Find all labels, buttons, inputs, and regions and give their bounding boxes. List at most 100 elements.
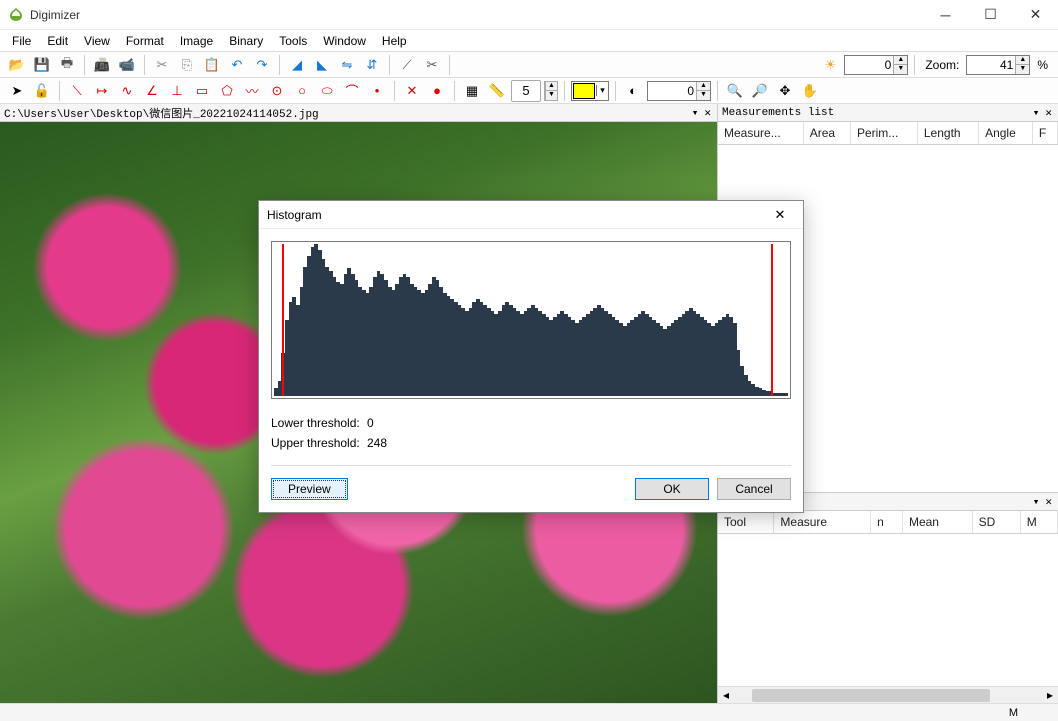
spin-down[interactable]: ▼ (696, 91, 710, 100)
cancel-button[interactable]: Cancel (717, 478, 791, 500)
menu-tools[interactable]: Tools (271, 32, 315, 50)
close-button[interactable]: ✕ (1013, 0, 1058, 30)
col-sd[interactable]: SD (972, 511, 1020, 534)
col-measure[interactable]: Measure... (718, 122, 803, 145)
col-m[interactable]: M (1020, 511, 1057, 534)
number-field[interactable]: 5 (511, 80, 541, 102)
col-angle[interactable]: Angle (979, 122, 1033, 145)
calibrate-tool[interactable]: 📏 (486, 80, 508, 102)
hand-button[interactable]: ✋ (799, 80, 821, 102)
contrast-field[interactable] (648, 84, 696, 98)
free-tool[interactable]: 〰 (241, 80, 263, 102)
menu-window[interactable]: Window (315, 32, 374, 50)
polygon-tool[interactable]: ⬠ (216, 80, 238, 102)
rotate-left-button[interactable]: ◢ (286, 54, 308, 76)
crop-button[interactable]: ✂ (421, 54, 443, 76)
color-swatch (573, 83, 595, 99)
copy-button[interactable]: ⎘ (176, 54, 198, 76)
flip-h-button[interactable]: ⇋ (336, 54, 358, 76)
spin-up[interactable]: ▲ (545, 82, 557, 91)
col-mean[interactable]: Mean (902, 511, 972, 534)
circle-tool[interactable]: ○ (291, 80, 313, 102)
scrollbar-thumb[interactable] (752, 689, 990, 702)
segment-tool[interactable]: ↦ (91, 80, 113, 102)
paste-button[interactable]: 📋 (201, 54, 223, 76)
col-n[interactable]: n (871, 511, 903, 534)
lower-threshold-line[interactable] (282, 244, 284, 396)
undo-button[interactable]: ↶ (226, 54, 248, 76)
ellipse-tool[interactable]: ⬭ (316, 80, 338, 102)
dialog-close-button[interactable]: ✕ (765, 204, 795, 226)
barcode-tool[interactable]: ▦ (461, 80, 483, 102)
close-panel-icon[interactable]: ✕ (702, 106, 713, 120)
zoom-field[interactable] (967, 58, 1015, 72)
open-button[interactable]: 📂 (6, 54, 28, 76)
close-panel-icon[interactable]: ✕ (1043, 106, 1054, 120)
path-tool[interactable]: ∿ (116, 80, 138, 102)
save-button[interactable]: 💾 (31, 54, 53, 76)
close-panel-icon[interactable]: ✕ (1043, 495, 1054, 509)
cut-button[interactable]: ✂ (151, 54, 173, 76)
separator (564, 81, 565, 101)
redo-button[interactable]: ↷ (251, 54, 273, 76)
col-f[interactable]: F (1032, 122, 1057, 145)
dropdown-icon[interactable]: ▾ (1031, 106, 1042, 120)
menu-image[interactable]: Image (172, 32, 221, 50)
col-measure[interactable]: Measure (774, 511, 871, 534)
brightness-field[interactable] (845, 58, 893, 72)
camera-button[interactable]: 📹 (116, 54, 138, 76)
color-picker[interactable]: ▾ (571, 81, 609, 101)
col-area[interactable]: Area (803, 122, 850, 145)
minimize-button[interactable]: ─ (923, 0, 968, 30)
dropdown-icon[interactable]: ▾ (1031, 495, 1042, 509)
upper-threshold-line[interactable] (771, 244, 773, 396)
menu-file[interactable]: File (4, 32, 39, 50)
rect-tool[interactable]: ▭ (191, 80, 213, 102)
marker-x-tool[interactable]: ✕ (401, 80, 423, 102)
separator (449, 55, 450, 75)
menu-format[interactable]: Format (118, 32, 172, 50)
col-length[interactable]: Length (917, 122, 978, 145)
arc-tool[interactable]: ⌒ (341, 80, 363, 102)
dropdown-icon[interactable]: ▾ (690, 106, 701, 120)
menu-binary[interactable]: Binary (221, 32, 271, 50)
menu-help[interactable]: Help (374, 32, 415, 50)
preview-button[interactable]: Preview (271, 478, 348, 500)
menu-view[interactable]: View (76, 32, 118, 50)
histogram-chart[interactable] (271, 241, 791, 399)
spin-down[interactable]: ▼ (545, 91, 557, 100)
zoom-out-button[interactable]: 🔎 (749, 80, 771, 102)
spin-up[interactable]: ▲ (696, 82, 710, 91)
lock-tool[interactable]: 🔓 (31, 80, 53, 102)
scanner-button[interactable]: 📠 (91, 54, 113, 76)
contrast-input[interactable]: ▲▼ (647, 81, 711, 101)
menu-edit[interactable]: Edit (39, 32, 76, 50)
angle-tool[interactable]: ∠ (141, 80, 163, 102)
zoom-input[interactable]: ▲▼ (966, 55, 1030, 75)
ok-button[interactable]: OK (635, 478, 709, 500)
spin-down[interactable]: ▼ (893, 65, 907, 74)
chevron-down-icon[interactable]: ▾ (596, 85, 608, 96)
zoom-in-button[interactable]: 🔍 (724, 80, 746, 102)
horizontal-scrollbar[interactable]: ◂ ▸ (718, 686, 1058, 703)
col-perim[interactable]: Perim... (850, 122, 917, 145)
pointer-tool[interactable]: ➤ (6, 80, 28, 102)
perp-tool[interactable]: ⊥ (166, 80, 188, 102)
col-tool[interactable]: Tool (718, 511, 774, 534)
maximize-button[interactable]: ☐ (968, 0, 1013, 30)
stats-grid[interactable]: Tool Measure n Mean SD M (718, 511, 1058, 686)
point-tool[interactable]: • (366, 80, 388, 102)
pan-button[interactable]: ✥ (774, 80, 796, 102)
brightness-input[interactable]: ▲▼ (844, 55, 908, 75)
rotate-right-button[interactable]: ◣ (311, 54, 333, 76)
deskew-button[interactable]: ⟋ (396, 54, 418, 76)
flip-v-button[interactable]: ⇵ (361, 54, 383, 76)
print-button[interactable]: 🖶 (56, 54, 78, 76)
separator (144, 55, 145, 75)
spin-down[interactable]: ▼ (1015, 65, 1029, 74)
spin-up[interactable]: ▲ (893, 56, 907, 65)
spin-up[interactable]: ▲ (1015, 56, 1029, 65)
length-tool[interactable]: ⟍ (66, 80, 88, 102)
circle-center-tool[interactable]: ⊙ (266, 80, 288, 102)
marker-dot-tool[interactable]: ● (426, 80, 448, 102)
